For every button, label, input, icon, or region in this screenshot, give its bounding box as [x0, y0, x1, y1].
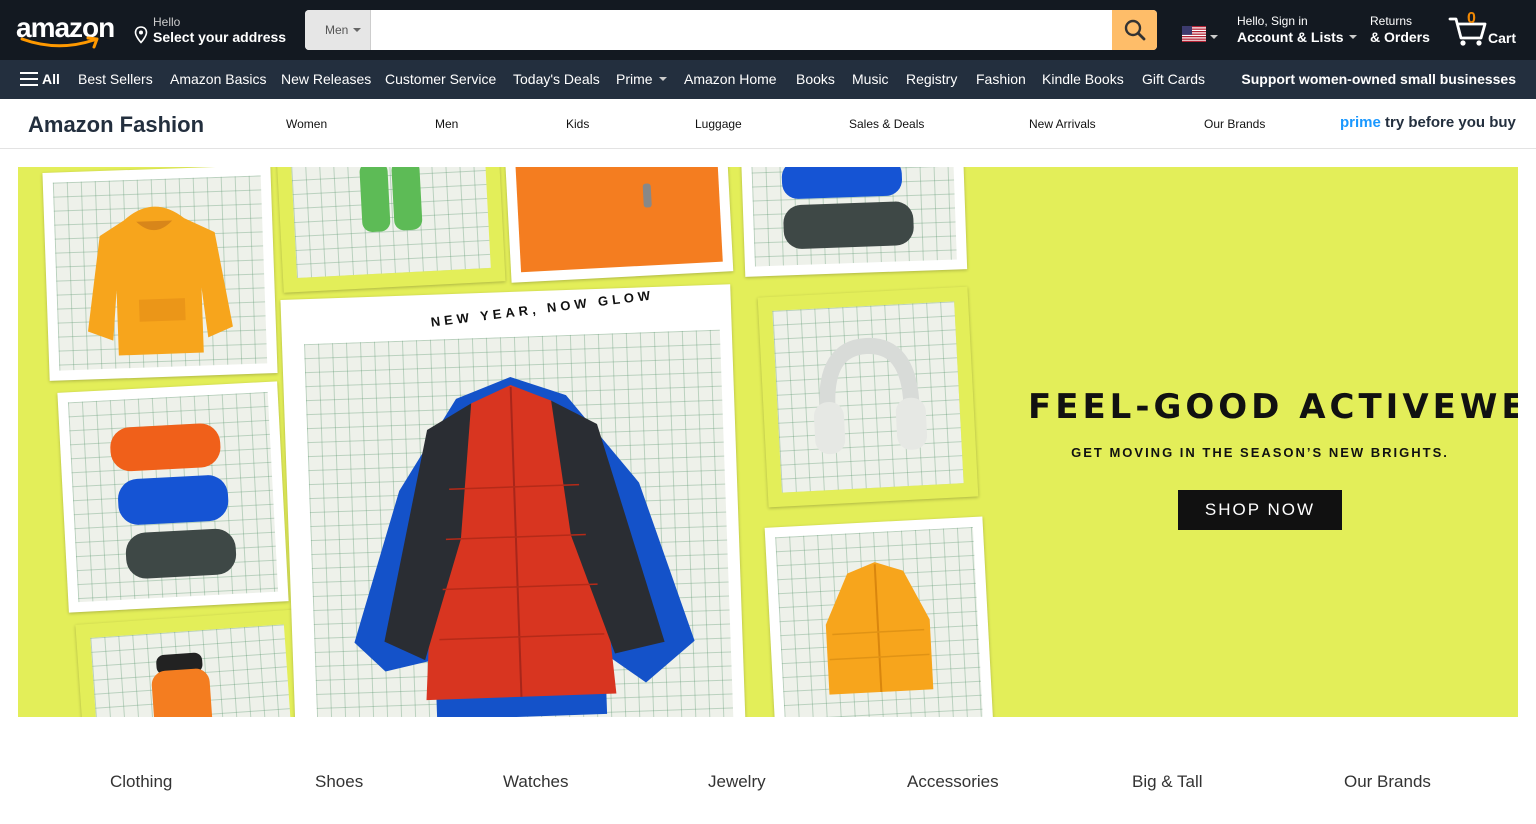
nav-item-best-sellers[interactable]: Best Sellers: [78, 71, 153, 87]
orders-label: & Orders: [1370, 29, 1430, 45]
search-icon: [1124, 19, 1145, 41]
language-selector[interactable]: [1182, 26, 1222, 44]
location-pin-icon: [134, 26, 148, 44]
featured-product-card-puffer-vest: [280, 284, 746, 717]
category-watches[interactable]: Watches: [503, 772, 569, 792]
fashion-nav-men[interactable]: Men: [435, 117, 458, 131]
product-card-orange-bag: [504, 167, 734, 283]
hero-copy: FEEL-GOOD ACTIVEWEAR GET MOVING IN THE S…: [1028, 387, 1518, 530]
duffel-bags-top-image: [781, 167, 914, 249]
account-lists-menu[interactable]: Hello, Sign in Account & Lists: [1237, 14, 1357, 46]
prime-try-before-you-buy-link[interactable]: prime try before you buy: [1340, 114, 1516, 131]
search-bar: Men: [305, 10, 1157, 50]
chevron-down-icon: [1210, 35, 1218, 39]
cart-count: 0: [1467, 10, 1476, 27]
shop-now-button[interactable]: SHOP NOW: [1178, 490, 1342, 530]
nav-item-prime-label: Prime: [616, 71, 653, 87]
green-item-image: [359, 167, 423, 232]
nav-item-registry[interactable]: Registry: [906, 71, 957, 87]
prime-tagline: try before you buy: [1385, 114, 1516, 131]
prime-logo-text: prime: [1340, 114, 1381, 131]
account-greeting: Hello, Sign in: [1237, 14, 1308, 28]
category-shoes[interactable]: Shoes: [315, 772, 363, 792]
nav-item-todays-deals[interactable]: Today's Deals: [513, 71, 600, 87]
returns-orders-link[interactable]: Returns & Orders: [1370, 14, 1430, 46]
nav-item-amazon-basics[interactable]: Amazon Basics: [170, 71, 266, 87]
deliver-address: Select your address: [153, 29, 287, 45]
category-jewelry[interactable]: Jewelry: [708, 772, 766, 792]
nav-item-kindle-books[interactable]: Kindle Books: [1042, 71, 1124, 87]
product-card-duffels: [57, 381, 289, 613]
nav-item-new-releases[interactable]: New Releases: [281, 71, 371, 87]
cart-label: Cart: [1488, 30, 1517, 46]
nav-item-books[interactable]: Books: [796, 71, 835, 87]
hoodie-image: [87, 206, 233, 356]
chevron-down-icon: [1348, 35, 1357, 39]
returns-label: Returns: [1370, 14, 1413, 28]
account-lists-label: Account & Lists: [1237, 29, 1344, 45]
hero-subhead: GET MOVING IN THE SEASON’S NEW BRIGHTS.: [1071, 445, 1449, 460]
deliver-to-address[interactable]: Hello Select your address: [134, 14, 294, 48]
product-card-green-item: [276, 167, 506, 293]
fashion-subnav: Amazon Fashion Women Men Kids Luggage Sa…: [0, 99, 1536, 149]
promo-link[interactable]: Support women-owned small businesses: [1241, 71, 1516, 87]
zipper-image: [642, 183, 652, 208]
product-card-bottle: [75, 609, 307, 717]
top-nav: amazon Hello Select your address Men Hel…: [0, 0, 1536, 60]
nav-item-gift-cards[interactable]: Gift Cards: [1142, 71, 1205, 87]
duffel-bags-image: [110, 423, 237, 579]
nav-item-customer-service[interactable]: Customer Service: [385, 71, 496, 87]
fashion-nav-women[interactable]: Women: [286, 117, 327, 131]
fashion-nav-our-brands[interactable]: Our Brands: [1204, 117, 1265, 131]
category-accessories[interactable]: Accessories: [907, 772, 999, 792]
secondary-nav: All Best Sellers Amazon Basics New Relea…: [0, 60, 1536, 99]
product-card-hoodie: [42, 167, 278, 381]
category-clothing[interactable]: Clothing: [110, 772, 172, 792]
category-strip: Clothing Shoes Watches Jewelry Accessori…: [0, 770, 1536, 800]
all-menu-button[interactable]: All: [20, 71, 60, 87]
orange-vest-image: [825, 562, 934, 695]
us-flag-icon: [1182, 26, 1206, 42]
search-department-select[interactable]: Men: [305, 10, 371, 50]
fashion-nav-new-arrivals[interactable]: New Arrivals: [1029, 117, 1096, 131]
fashion-nav-luggage[interactable]: Luggage: [695, 117, 742, 131]
deliver-greeting: Hello: [153, 15, 181, 29]
search-input[interactable]: [371, 10, 1112, 50]
headphones-image: [813, 338, 928, 455]
nav-item-fashion[interactable]: Fashion: [976, 71, 1026, 87]
chevron-down-icon: [658, 77, 667, 81]
hamburger-menu-icon: [20, 72, 38, 86]
search-button[interactable]: [1112, 10, 1157, 50]
water-bottle-image: [151, 652, 215, 717]
smile-arrow-icon: [20, 36, 99, 49]
amazon-logo[interactable]: amazon: [16, 12, 118, 50]
cart-button[interactable]: 0 Cart: [1448, 10, 1520, 48]
category-our-brands[interactable]: Our Brands: [1344, 772, 1431, 792]
nav-item-amazon-home[interactable]: Amazon Home: [684, 71, 777, 87]
hero-headline: FEEL-GOOD ACTIVEWEAR: [1028, 387, 1518, 427]
fashion-brand-title[interactable]: Amazon Fashion: [28, 112, 204, 138]
all-menu-label: All: [42, 71, 60, 87]
puffer-vest-image: [354, 377, 695, 717]
hero-banner[interactable]: NEW YEAR, NOW GLOW FEEL-GOOD ACTIVEWEAR: [18, 167, 1518, 717]
category-big-tall[interactable]: Big & Tall: [1132, 772, 1203, 792]
fashion-nav-sales-deals[interactable]: Sales & Deals: [849, 117, 924, 131]
product-card-orange-vest: [764, 516, 994, 717]
fashion-nav-kids[interactable]: Kids: [566, 117, 589, 131]
nav-item-prime[interactable]: Prime: [616, 71, 667, 87]
product-card-headphones: [757, 286, 979, 508]
search-department-label: Men: [325, 23, 349, 37]
nav-item-music[interactable]: Music: [852, 71, 889, 87]
chevron-down-icon: [353, 28, 361, 32]
product-card-duffels-top: [740, 167, 968, 277]
